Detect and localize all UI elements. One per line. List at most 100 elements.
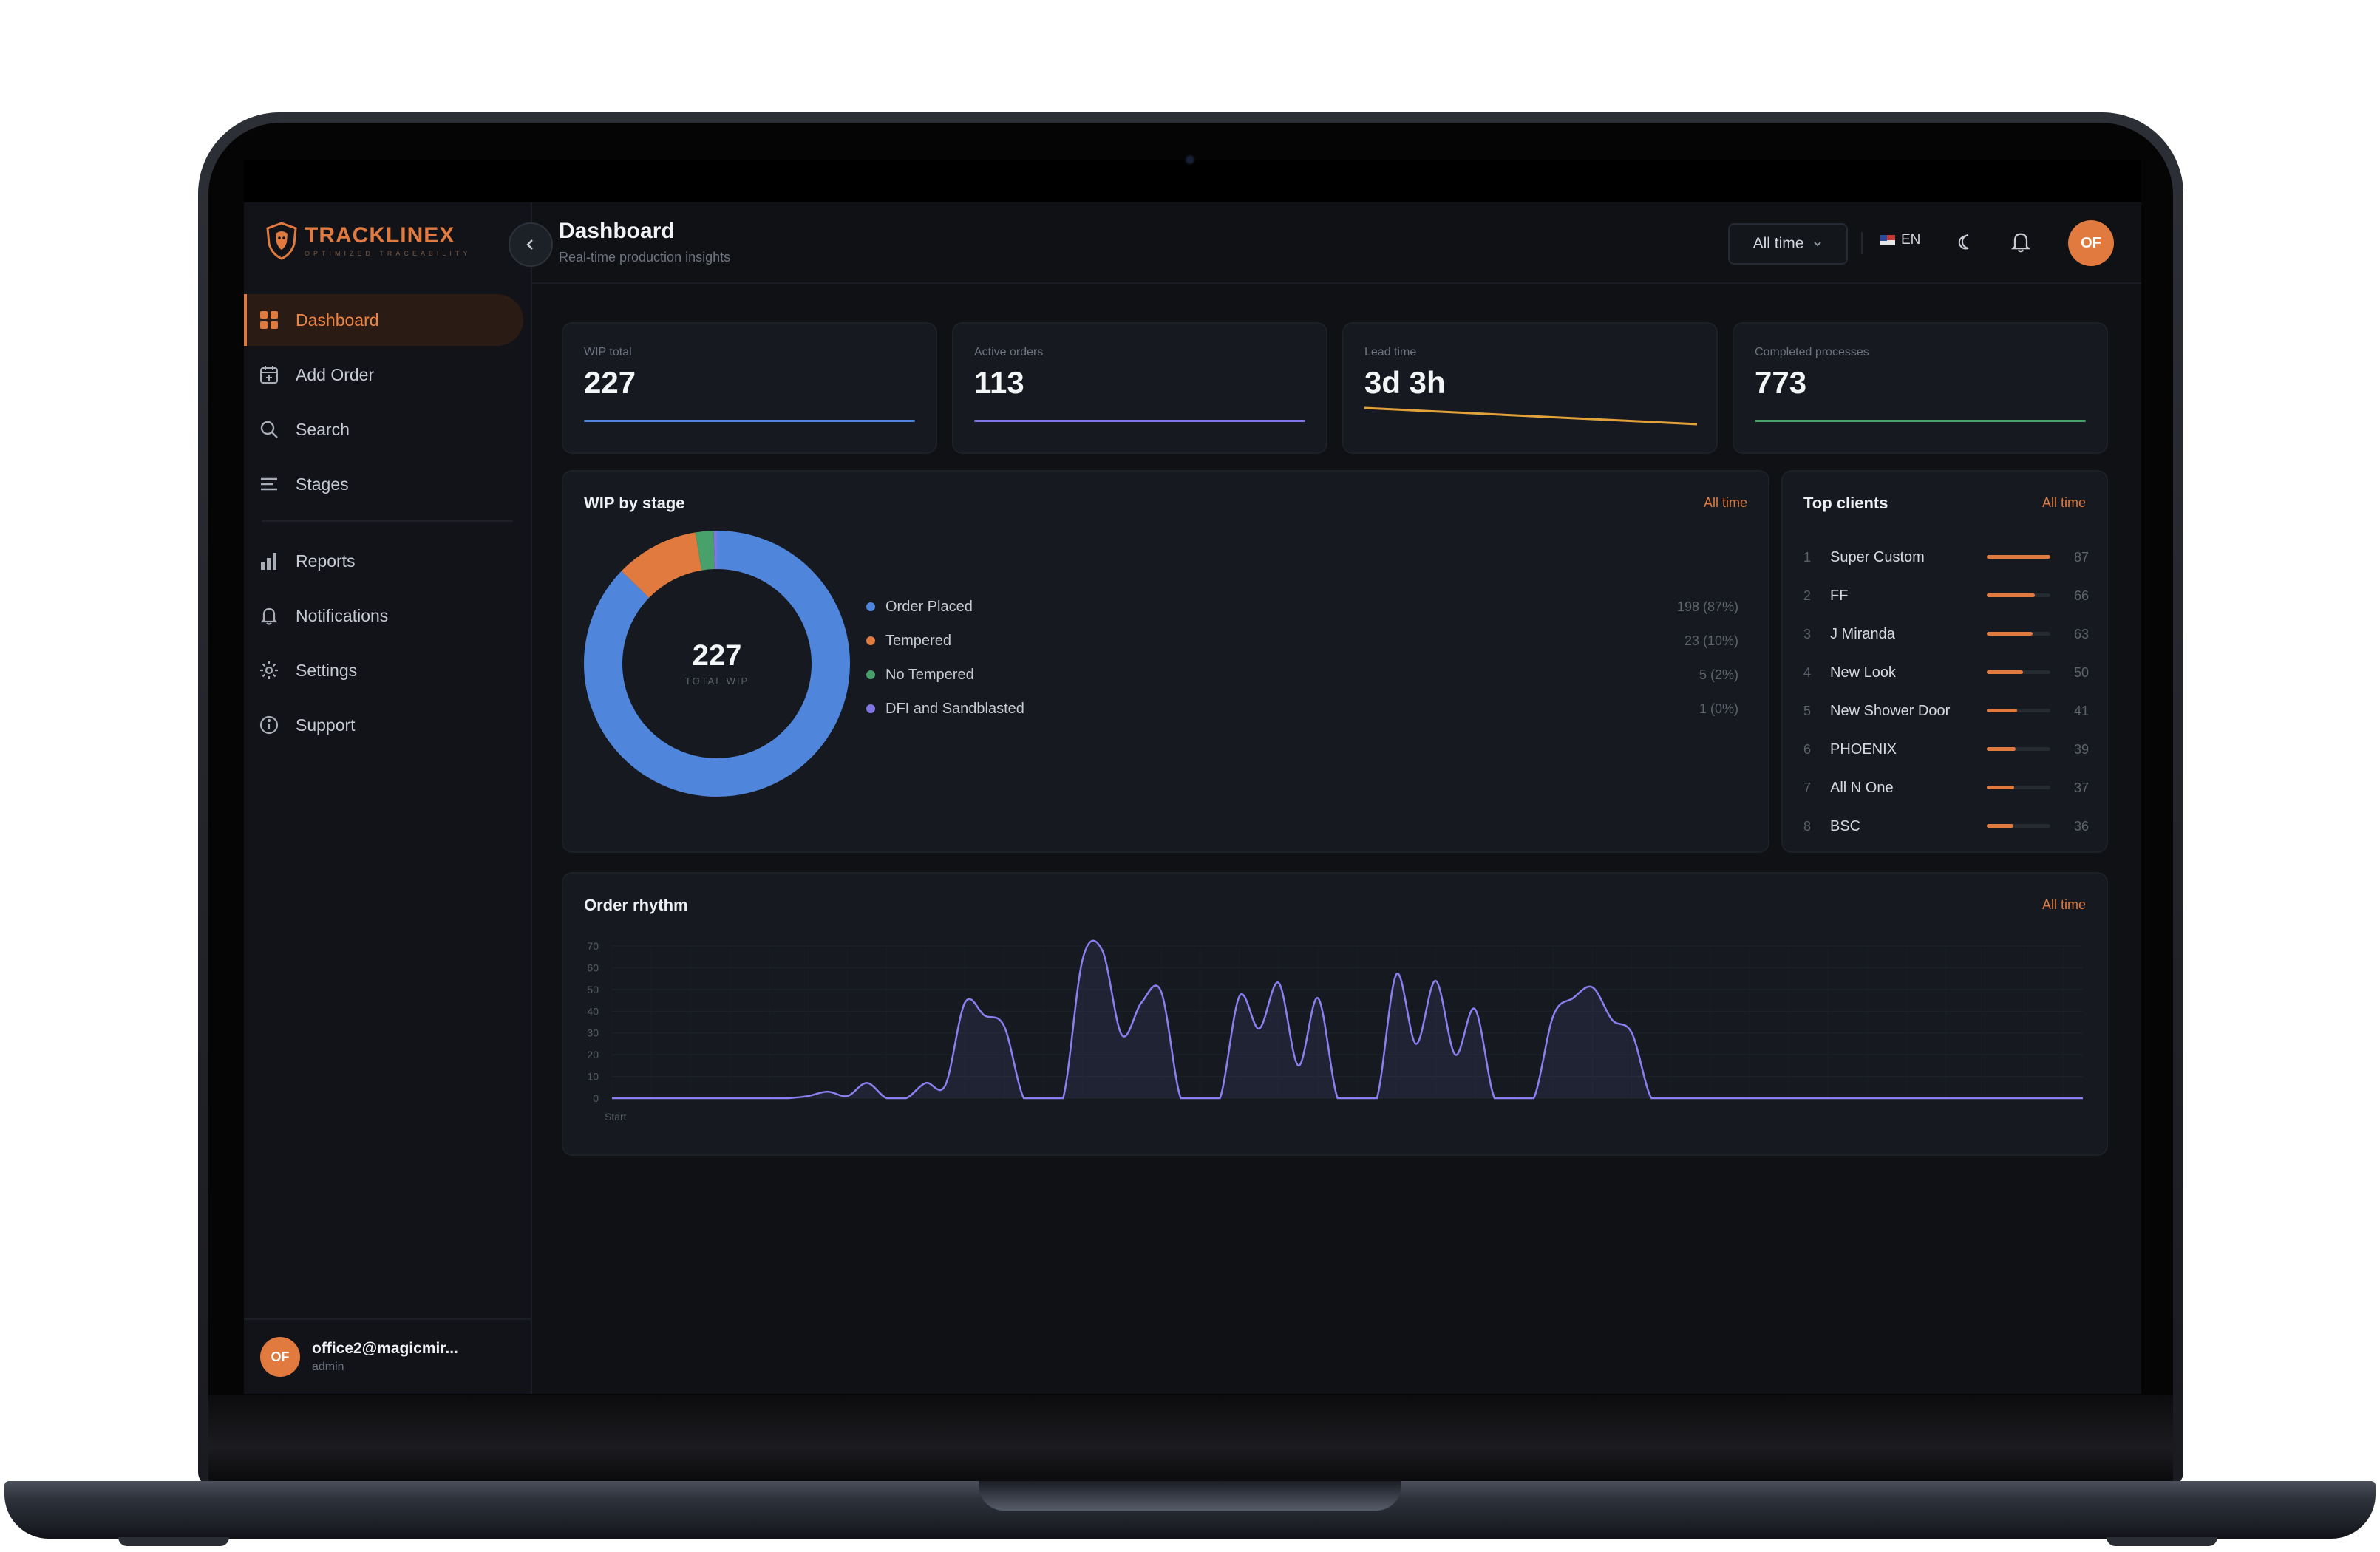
client-value: 37	[2073, 780, 2089, 795]
legend-value: 23 (10%)	[1684, 633, 1738, 648]
sidebar: TRACKLINEX OPTIMIZED TRACEABILITY Dashbo…	[244, 202, 532, 1394]
client-name: PHOENIX	[1830, 741, 1897, 758]
wip-by-stage-card: WIP by stage All time 227 TOTAL WIP Orde…	[562, 470, 1769, 853]
client-rank: 2	[1803, 588, 1812, 603]
grid-icon	[260, 311, 278, 329]
client-row[interactable]: 7 All N One 37	[1803, 773, 2089, 803]
client-row[interactable]: 5 New Shower Door 41	[1803, 696, 2089, 726]
stat-card-wip-total: WIP total 227	[562, 322, 937, 454]
client-bar-fill	[1987, 747, 2016, 751]
donut-center-label: TOTAL WIP	[685, 675, 749, 687]
sidebar-nav: Dashboard Add Order Search Stages Report…	[244, 294, 531, 754]
sidebar-item-support[interactable]: Support	[244, 699, 523, 751]
client-value: 50	[2073, 664, 2089, 680]
camera-icon	[1186, 156, 1194, 163]
sidebar-item-label: Settings	[296, 660, 358, 680]
sidebar-item-stages[interactable]: Stages	[244, 458, 523, 510]
stat-sparkline	[584, 420, 915, 422]
us-flag-icon	[1880, 235, 1895, 245]
sidebar-item-reports[interactable]: Reports	[244, 535, 523, 587]
legend-item: Tempered 23 (10%)	[866, 624, 1738, 658]
sidebar-item-label: Support	[296, 715, 356, 735]
collapse-sidebar-button[interactable]	[509, 222, 553, 267]
legend-dot	[866, 704, 875, 713]
clients-range-link[interactable]: All time	[2042, 495, 2086, 511]
legend-dot	[866, 670, 875, 679]
user-role: admin	[312, 1361, 344, 1373]
x-start-label: Start	[605, 1111, 627, 1123]
client-row[interactable]: 6 PHOENIX 39	[1803, 735, 2089, 764]
language-switcher[interactable]: EN	[1880, 232, 1920, 248]
sidebar-item-notifications[interactable]: Notifications	[244, 590, 523, 641]
rhythm-line[interactable]	[611, 939, 2083, 1100]
sidebar-item-label: Stages	[296, 474, 349, 494]
client-row[interactable]: 4 New Look 50	[1803, 658, 2089, 687]
moon-icon[interactable]	[1954, 231, 1976, 253]
legend-item: Order Placed 198 (87%)	[866, 590, 1738, 624]
sidebar-item-add-order[interactable]: Add Order	[244, 349, 523, 401]
client-bar	[1987, 786, 2050, 789]
client-row[interactable]: 8 BSC 36	[1803, 811, 2089, 841]
user-email: office2@magicmir...	[312, 1340, 458, 1357]
stat-card-completed-processes: Completed processes 773	[1733, 322, 2108, 454]
avatar: OF	[260, 1337, 300, 1377]
sidebar-item-label: Add Order	[296, 364, 375, 384]
rhythm-area	[612, 940, 2083, 1098]
header-avatar[interactable]: OF	[2068, 220, 2114, 266]
notifications-bell-icon[interactable]	[2009, 230, 2033, 253]
wip-range-link[interactable]: All time	[1704, 495, 1747, 511]
top-header: Dashboard Real-time production insights …	[509, 202, 2141, 284]
brand-logo[interactable]: TRACKLINEX OPTIMIZED TRACEABILITY	[265, 222, 471, 260]
chevron-down-icon	[1814, 242, 1822, 247]
header-divider	[1861, 232, 1863, 254]
laptop-hinge	[208, 1395, 2173, 1483]
legend-label: Order Placed	[885, 598, 973, 615]
laptop-foot-left	[118, 1537, 229, 1546]
client-bar-fill	[1987, 709, 2017, 712]
wip-legend: Order Placed 198 (87%) Tempered 23 (10%)…	[866, 590, 1738, 726]
y-tick-label: 0	[593, 1092, 599, 1104]
client-row[interactable]: 1 Super Custom 87	[1803, 542, 2089, 572]
client-rank: 1	[1803, 549, 1812, 565]
client-value: 36	[2073, 818, 2089, 834]
client-rank: 7	[1803, 780, 1812, 795]
nav-divider	[262, 520, 513, 522]
client-value: 66	[2073, 588, 2089, 603]
client-bar	[1987, 747, 2050, 751]
search-icon	[260, 421, 278, 438]
stat-label: Completed processes	[1755, 346, 1869, 358]
sidebar-item-label: Notifications	[296, 605, 389, 625]
stat-label: WIP total	[584, 346, 632, 358]
client-bar-fill	[1987, 824, 2013, 828]
sidebar-item-settings[interactable]: Settings	[244, 644, 523, 696]
legend-label: No Tempered	[885, 666, 974, 683]
user-profile[interactable]: OF office2@magicmir... admin	[244, 1318, 531, 1394]
stat-label: Active orders	[974, 346, 1044, 358]
client-name: New Look	[1830, 664, 1896, 681]
bar-chart-icon	[261, 553, 276, 570]
y-tick-label: 40	[587, 1005, 599, 1017]
stat-sparkline	[1364, 406, 1698, 426]
legend-dot	[866, 602, 875, 611]
client-rank: 5	[1803, 703, 1812, 718]
client-rank: 3	[1803, 626, 1812, 641]
legend-value: 198 (87%)	[1676, 599, 1738, 614]
stat-value: 227	[584, 365, 636, 400]
sidebar-item-search[interactable]: Search	[244, 404, 523, 455]
y-tick-label: 10	[587, 1071, 599, 1083]
app-screen: TRACKLINEX OPTIMIZED TRACEABILITY Dashbo…	[244, 202, 2141, 1394]
client-bar	[1987, 555, 2050, 559]
client-rank: 8	[1803, 818, 1812, 834]
client-row[interactable]: 2 FF 66	[1803, 581, 2089, 610]
page-subtitle: Real-time production insights	[559, 250, 731, 265]
client-row[interactable]: 3 J Miranda 63	[1803, 619, 2089, 649]
time-range-select[interactable]: All time	[1728, 223, 1848, 265]
page-title: Dashboard	[559, 219, 675, 243]
client-value: 39	[2073, 741, 2089, 757]
stat-card-active-orders: Active orders 113	[952, 322, 1327, 454]
client-name: BSC	[1830, 817, 1861, 834]
sidebar-item-dashboard[interactable]: Dashboard	[244, 294, 523, 346]
stat-value: 773	[1755, 365, 1807, 400]
legend-value: 1 (0%)	[1699, 701, 1738, 716]
stat-sparkline	[974, 420, 1305, 422]
